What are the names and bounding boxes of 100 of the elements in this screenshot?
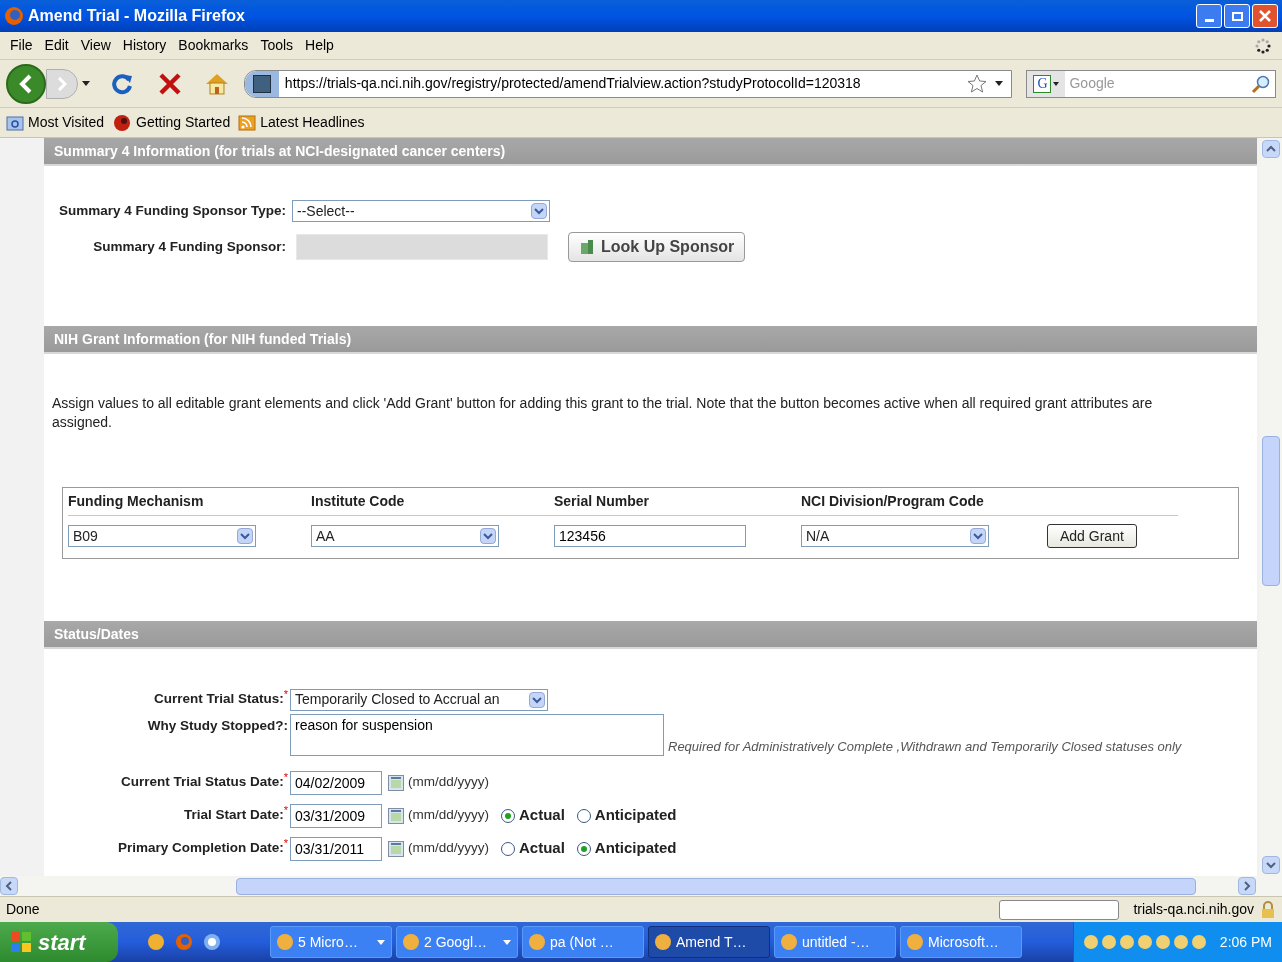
bookmark-link[interactable]: Getting Started bbox=[136, 112, 231, 133]
tray-icon[interactable] bbox=[1101, 935, 1116, 949]
tray-icon[interactable] bbox=[1083, 935, 1098, 949]
add-grant-button[interactable]: Add Grant bbox=[1047, 524, 1137, 548]
dropdown-icon[interactable] bbox=[995, 81, 1004, 86]
clock: 2:06 PM bbox=[1219, 932, 1272, 952]
radio-button[interactable] bbox=[501, 808, 515, 823]
stop-icon[interactable] bbox=[157, 71, 182, 96]
scroll-right-button[interactable] bbox=[1238, 877, 1256, 895]
horizontal-scrollbar[interactable] bbox=[0, 876, 1260, 896]
radio-label: Anticipated bbox=[594, 838, 677, 859]
tray-icon[interactable] bbox=[1119, 935, 1134, 949]
calendar-icon[interactable] bbox=[388, 774, 404, 791]
search-engine-button[interactable]: G bbox=[1027, 70, 1066, 97]
scroll-up-button[interactable] bbox=[1262, 140, 1280, 158]
field-label: Why Study Stopped?: bbox=[147, 717, 289, 735]
date-field[interactable]: 03/31/2009 bbox=[290, 803, 382, 828]
star-icon[interactable] bbox=[967, 73, 988, 94]
taskbar-button[interactable]: 2 Googl… bbox=[396, 926, 518, 958]
tray-icon[interactable] bbox=[1137, 935, 1152, 949]
url-text: https://trials-qa.nci.nih.gov/registry/protected/amendTrialview.action?studyProtocolId=120318 bbox=[284, 74, 862, 93]
dropdown-select[interactable]: B09 bbox=[68, 525, 256, 547]
dropdown-select[interactable]: --Select-- bbox=[292, 200, 550, 222]
history-dropdown-icon[interactable] bbox=[82, 81, 90, 86]
rss-feed-icon bbox=[238, 114, 257, 131]
chevron-right-icon bbox=[1243, 881, 1251, 891]
firefox-icon bbox=[4, 6, 24, 26]
tray-icon[interactable] bbox=[1191, 935, 1206, 949]
calendar-icon[interactable] bbox=[388, 840, 404, 857]
app-icon bbox=[781, 934, 797, 950]
tray-icon[interactable] bbox=[1173, 935, 1188, 949]
app-icon bbox=[529, 934, 545, 950]
look-up-sponsor-button[interactable]: Look Up Sponsor bbox=[568, 232, 746, 262]
taskbar-button[interactable]: Amend T… bbox=[648, 926, 770, 958]
calendar-icon[interactable] bbox=[388, 807, 404, 824]
taskbar-button[interactable]: pa (Not … bbox=[522, 926, 644, 958]
column-header: Institute Code bbox=[311, 492, 406, 511]
menu-item[interactable]: Edit bbox=[38, 35, 75, 56]
field-label: Summary 4 Funding Sponsor Type: bbox=[57, 201, 286, 220]
menu-item[interactable]: Bookmarks bbox=[172, 35, 255, 56]
taskbar-button[interactable]: Microsoft… bbox=[900, 926, 1022, 958]
date-format-hint: (mm/dd/yyyy) bbox=[408, 806, 489, 825]
taskbar-button[interactable]: 5 Micro… bbox=[270, 926, 392, 958]
radio-label: Actual bbox=[519, 805, 565, 826]
grant-instructions: Assign values to all editable grant elements and click 'Add Grant' button for adding this grant to the trial. Note that the button becomes active when all required grant attributes are assigned. bbox=[52, 394, 1154, 432]
section-header: NIH Grant Information (for NIH funded Trials) bbox=[44, 326, 1257, 354]
app-icon bbox=[403, 934, 419, 950]
quick-launch-icon[interactable] bbox=[146, 932, 166, 952]
date-field[interactable]: 03/31/2011 bbox=[290, 836, 382, 861]
start-button[interactable]: start bbox=[0, 922, 118, 962]
menu-item[interactable]: Tools bbox=[254, 35, 300, 56]
menu-item[interactable]: View bbox=[74, 35, 117, 56]
search-icon[interactable] bbox=[1251, 73, 1271, 94]
date-format-hint: (mm/dd/yyyy) bbox=[408, 773, 489, 792]
scroll-thumb[interactable] bbox=[1262, 436, 1280, 586]
menu-item[interactable]: History bbox=[116, 35, 173, 56]
app-icon bbox=[655, 934, 671, 950]
bookmark-link[interactable]: Most Visited bbox=[28, 112, 104, 133]
group-arrow-icon bbox=[503, 939, 511, 945]
chevron-down-icon bbox=[1266, 861, 1276, 869]
radio-button[interactable] bbox=[501, 841, 515, 856]
status-host: trials-qa.nci.nih.gov bbox=[1133, 900, 1254, 919]
vertical-scrollbar[interactable] bbox=[1260, 138, 1282, 896]
radio-button[interactable] bbox=[576, 808, 591, 823]
address-bar[interactable]: https://trials-qa.nci.nih.gov/registry/protected/amendTrialview.action?studyProtocolId=120318 bbox=[243, 69, 1013, 98]
dropdown-icon bbox=[1053, 81, 1060, 86]
chevron-left-icon bbox=[5, 881, 13, 891]
chevron-up-icon bbox=[1266, 145, 1276, 153]
browser-icon[interactable] bbox=[202, 932, 222, 952]
back-button[interactable] bbox=[6, 63, 46, 104]
search-field[interactable]: G Google bbox=[1026, 69, 1276, 98]
date-field[interactable]: 04/02/2009 bbox=[290, 770, 382, 795]
menu-item[interactable]: File bbox=[4, 35, 39, 56]
serial-number-field[interactable]: 123456 bbox=[554, 525, 746, 547]
menu-item[interactable]: Help bbox=[299, 35, 340, 56]
dropdown-select[interactable]: Temporarily Closed to Accrual an bbox=[290, 688, 548, 711]
scroll-down-button[interactable] bbox=[1262, 856, 1280, 874]
radio-label: Anticipated bbox=[594, 805, 677, 826]
hint-text: Required for Administratively Complete ,Withdrawn and Temporarily Closed statuses only bbox=[668, 737, 1182, 756]
reload-icon[interactable] bbox=[110, 71, 134, 96]
google-logo-icon: G bbox=[1033, 74, 1052, 93]
close-button[interactable] bbox=[1252, 4, 1278, 28]
taskbar-button[interactable]: untitled -… bbox=[774, 926, 896, 958]
dropdown-select[interactable]: N/A bbox=[801, 525, 989, 547]
radio-button[interactable] bbox=[576, 841, 591, 856]
group-arrow-icon bbox=[377, 939, 385, 945]
dropdown-select[interactable]: AA bbox=[311, 525, 499, 547]
bookmark-link[interactable]: Latest Headlines bbox=[260, 112, 365, 133]
restore-button[interactable] bbox=[1224, 4, 1250, 28]
site-identity-icon[interactable] bbox=[244, 70, 279, 97]
column-header: Serial Number bbox=[554, 492, 650, 511]
tray-icon[interactable] bbox=[1155, 935, 1170, 949]
bookmark-icon bbox=[112, 113, 132, 132]
section-header: Status/Dates bbox=[44, 621, 1257, 649]
scroll-left-button[interactable] bbox=[0, 877, 18, 895]
scroll-thumb[interactable] bbox=[236, 877, 1196, 895]
minimize-button[interactable] bbox=[1196, 4, 1222, 28]
reason-textarea[interactable]: reason for suspension bbox=[290, 714, 664, 756]
column-header: NCI Division/Program Code bbox=[801, 492, 985, 511]
section-header: Summary 4 Information (for trials at NCI-designated cancer centers) bbox=[44, 138, 1257, 166]
